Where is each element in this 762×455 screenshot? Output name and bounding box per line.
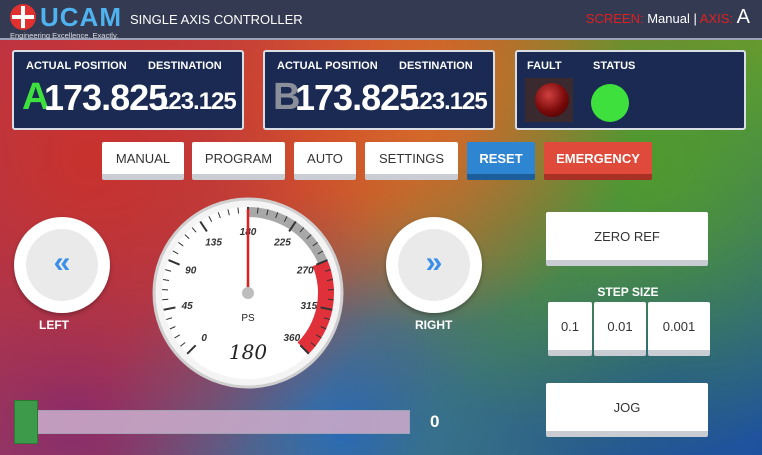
settings-button[interactable]: SETTINGS bbox=[365, 142, 458, 180]
gauge-minor-tick bbox=[256, 207, 259, 214]
jog-slider-thumb[interactable] bbox=[14, 400, 38, 444]
program-button[interactable]: PROGRAM bbox=[192, 142, 285, 180]
gauge-tick-label: 315 bbox=[300, 301, 317, 312]
jog-slider-track[interactable] bbox=[16, 410, 410, 434]
gauge-minor-tick bbox=[237, 207, 240, 214]
jog-left-button[interactable]: « bbox=[14, 217, 110, 313]
jog-button[interactable]: JOG bbox=[546, 383, 708, 437]
right-label: RIGHT bbox=[415, 318, 453, 332]
gauge-tick-label: 135 bbox=[205, 237, 222, 248]
reset-button[interactable]: RESET bbox=[467, 142, 535, 180]
axis-label: AXIS: bbox=[699, 11, 734, 26]
logo-text: UCAM bbox=[40, 2, 122, 32]
fault-led bbox=[535, 83, 569, 117]
emergency-button[interactable]: EMERGENCY bbox=[544, 142, 652, 180]
position-gauge: 04590135180225270315360 PS 180 bbox=[152, 197, 344, 389]
axis-a-actual-value: 173.825 bbox=[44, 77, 168, 118]
screen-info: SCREEN: Manual | AXIS: A bbox=[586, 6, 750, 29]
fault-led-housing bbox=[525, 78, 573, 122]
axis-b-destination-value: 123.125 bbox=[407, 88, 488, 115]
manual-button[interactable]: MANUAL bbox=[102, 142, 184, 180]
axis-value: A bbox=[736, 6, 750, 28]
axis-b-actual-value: 173.825 bbox=[295, 77, 419, 118]
gauge-value: 180 bbox=[228, 340, 268, 364]
jog-right-button[interactable]: » bbox=[386, 217, 482, 313]
screen-label: SCREEN: bbox=[585, 11, 644, 26]
fault-label: FAULT bbox=[527, 60, 562, 72]
axis-a-dest-label: DESTINATION bbox=[148, 60, 222, 72]
status-led bbox=[591, 84, 629, 122]
gauge-tick-label: 45 bbox=[181, 301, 194, 312]
auto-button[interactable]: AUTO bbox=[294, 142, 356, 180]
axis-b-actual-label: ACTUAL POSITION bbox=[277, 60, 378, 72]
screen-value: Manual bbox=[647, 11, 690, 26]
crosshair-logo-icon bbox=[10, 4, 36, 30]
axis-a-destination-value: 123.125 bbox=[156, 88, 237, 115]
logo-tagline: Engineering Excellence. Exactly. bbox=[10, 31, 119, 40]
axis-a-panel: ACTUAL POSITION DESTINATION A 173.825 12… bbox=[12, 50, 244, 130]
step-size-0-1-button[interactable]: 0.1 bbox=[548, 302, 592, 356]
axis-b-panel: ACTUAL POSITION DESTINATION B 173.825 12… bbox=[263, 50, 495, 130]
zero-ref-button[interactable]: ZERO REF bbox=[546, 212, 708, 266]
slider-value: 0 bbox=[430, 412, 440, 431]
indicator-panel: FAULT STATUS bbox=[515, 50, 746, 130]
step-size-0-001-button[interactable]: 0.001 bbox=[648, 302, 710, 356]
gauge-tick-label: 225 bbox=[273, 237, 291, 248]
axis-b-dest-label: DESTINATION bbox=[399, 60, 473, 72]
step-size-label: STEP SIZE bbox=[597, 285, 659, 299]
left-label: LEFT bbox=[39, 318, 69, 332]
gauge-tick-label: 270 bbox=[296, 265, 314, 276]
app-title: SINGLE AXIS CONTROLLER bbox=[130, 12, 303, 27]
double-chevron-left-icon: « bbox=[26, 229, 98, 301]
separator: | bbox=[693, 11, 697, 26]
gauge-hub bbox=[242, 287, 254, 299]
status-label: STATUS bbox=[593, 60, 636, 72]
gauge-tick-label: 90 bbox=[185, 265, 197, 276]
header-bar: UCAM Engineering Excellence. Exactly. SI… bbox=[0, 0, 762, 40]
axis-a-actual-label: ACTUAL POSITION bbox=[26, 60, 127, 72]
gauge-unit: PS bbox=[241, 313, 255, 324]
double-chevron-right-icon: » bbox=[398, 229, 470, 301]
step-size-0-01-button[interactable]: 0.01 bbox=[594, 302, 646, 356]
